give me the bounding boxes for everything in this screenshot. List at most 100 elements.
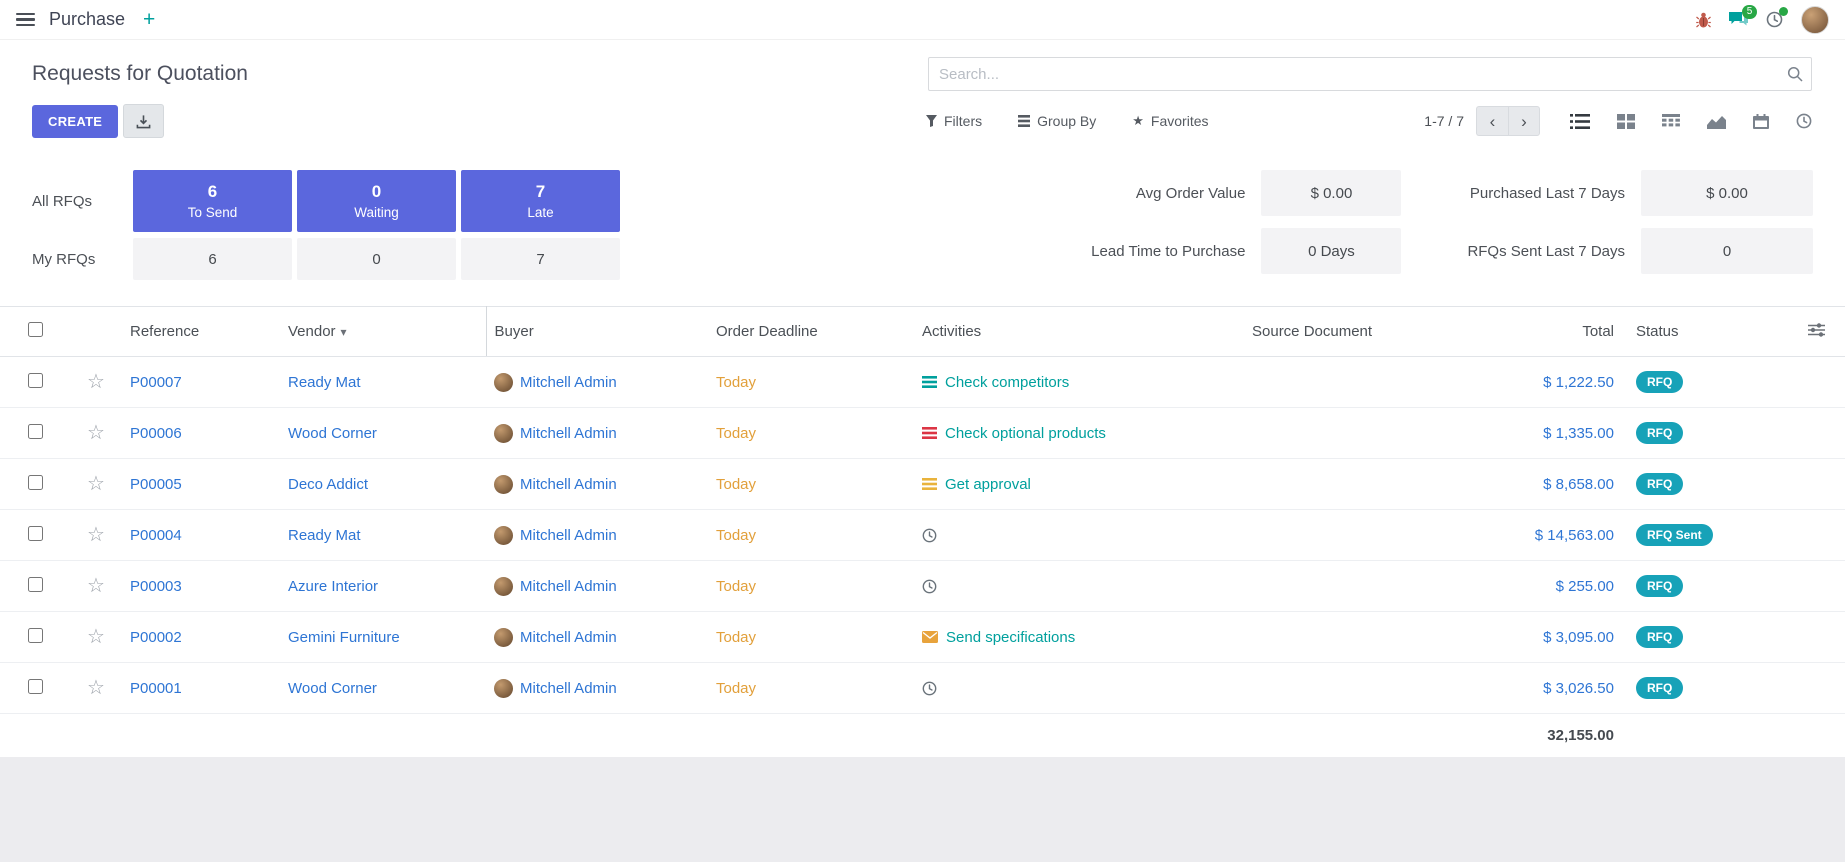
- column-header-reference[interactable]: Reference: [122, 307, 280, 357]
- column-header-buyer[interactable]: Buyer: [486, 307, 708, 357]
- search-input[interactable]: [928, 57, 1812, 91]
- total-value: $ 1,335.00: [1543, 425, 1614, 442]
- activity-link[interactable]: Check competitors: [945, 374, 1069, 391]
- activity-link[interactable]: Get approval: [945, 476, 1031, 493]
- waiting-count: 0: [372, 182, 381, 202]
- vendor-link[interactable]: Wood Corner: [288, 425, 377, 442]
- column-header-activities[interactable]: Activities: [914, 307, 1244, 357]
- stat-to-send[interactable]: 6 To Send: [133, 170, 292, 232]
- order-deadline-header-label: Order Deadline: [716, 323, 818, 340]
- column-header-order-deadline[interactable]: Order Deadline: [708, 307, 914, 357]
- table-row[interactable]: ☆ P00006 Wood Corner Mitchell Admin Toda…: [0, 408, 1845, 459]
- clock-icon[interactable]: [922, 681, 937, 696]
- buyer-link[interactable]: Mitchell Admin: [520, 425, 617, 442]
- pager-previous-button[interactable]: ‹: [1476, 106, 1508, 136]
- stat-my-to-send[interactable]: 6: [133, 238, 292, 280]
- optional-columns-icon[interactable]: [1808, 323, 1837, 337]
- lead-time-label: Lead Time to Purchase: [1091, 243, 1245, 260]
- table-row[interactable]: ☆ P00007 Ready Mat Mitchell Admin Today …: [0, 357, 1845, 408]
- create-button[interactable]: CREATE: [32, 105, 118, 138]
- buyer-link[interactable]: Mitchell Admin: [520, 374, 617, 391]
- reference-link[interactable]: P00003: [130, 578, 182, 595]
- activity-link[interactable]: Send specifications: [946, 629, 1075, 646]
- select-all-checkbox[interactable]: [28, 322, 43, 337]
- app-name[interactable]: Purchase: [49, 9, 125, 30]
- buyer-link[interactable]: Mitchell Admin: [520, 476, 617, 493]
- table-row[interactable]: ☆ P00002 Gemini Furniture Mitchell Admin…: [0, 612, 1845, 663]
- reference-link[interactable]: P00004: [130, 527, 182, 544]
- favorites-button[interactable]: ★ Favorites: [1132, 113, 1208, 129]
- column-header-source-document[interactable]: Source Document: [1244, 307, 1488, 357]
- reference-link[interactable]: P00007: [130, 374, 182, 391]
- stat-my-late[interactable]: 7: [461, 238, 620, 280]
- column-header-total[interactable]: Total: [1488, 307, 1628, 357]
- buyer-link[interactable]: Mitchell Admin: [520, 680, 617, 697]
- apps-menu-icon[interactable]: [16, 13, 35, 27]
- stat-late[interactable]: 7 Late: [461, 170, 620, 232]
- kpi-metrics: Avg Order Value $ 0.00 Lead Time to Purc…: [1091, 170, 1813, 274]
- pivot-view-button[interactable]: [1662, 114, 1680, 129]
- user-avatar[interactable]: [1801, 6, 1829, 34]
- row-checkbox[interactable]: [28, 475, 43, 490]
- column-header-vendor[interactable]: Vendor▾: [280, 307, 486, 357]
- star-icon[interactable]: ☆: [87, 422, 105, 444]
- table-row[interactable]: ☆ P00004 Ready Mat Mitchell Admin Today …: [0, 510, 1845, 561]
- reference-link[interactable]: P00005: [130, 476, 182, 493]
- search-icon[interactable]: [1787, 66, 1803, 86]
- table-row[interactable]: ☆ P00003 Azure Interior Mitchell Admin T…: [0, 561, 1845, 612]
- activities-header-label: Activities: [922, 323, 981, 340]
- list-view-button[interactable]: [1570, 114, 1590, 129]
- buyer-avatar: [494, 628, 513, 647]
- create-button-label: CREATE: [48, 114, 102, 129]
- vendor-link[interactable]: Deco Addict: [288, 476, 368, 493]
- all-rfqs-label[interactable]: All RFQs: [32, 193, 128, 210]
- star-icon[interactable]: ☆: [87, 677, 105, 699]
- clock-icon[interactable]: [922, 579, 937, 594]
- column-header-status[interactable]: Status: [1628, 307, 1740, 357]
- star-icon[interactable]: ☆: [87, 473, 105, 495]
- kanban-view-button[interactable]: [1617, 114, 1635, 129]
- buyer-link[interactable]: Mitchell Admin: [520, 629, 617, 646]
- my-rfqs-label[interactable]: My RFQs: [32, 251, 128, 268]
- star-icon[interactable]: ☆: [87, 524, 105, 546]
- table-row[interactable]: ☆ P00001 Wood Corner Mitchell Admin Toda…: [0, 663, 1845, 714]
- reference-link[interactable]: P00002: [130, 629, 182, 646]
- row-checkbox[interactable]: [28, 424, 43, 439]
- table-footer-row: 32,155.00: [0, 714, 1845, 758]
- star-icon[interactable]: ☆: [87, 371, 105, 393]
- messages-icon[interactable]: 5: [1729, 12, 1748, 28]
- vendor-link[interactable]: Wood Corner: [288, 680, 377, 697]
- stat-waiting[interactable]: 0 Waiting: [297, 170, 456, 232]
- pager-next-button[interactable]: ›: [1508, 106, 1540, 136]
- calendar-view-button[interactable]: [1753, 114, 1769, 129]
- plus-icon[interactable]: +: [143, 9, 155, 30]
- row-checkbox[interactable]: [28, 577, 43, 592]
- clock-icon[interactable]: [922, 528, 937, 543]
- activity-view-button[interactable]: [1796, 113, 1812, 129]
- vendor-link[interactable]: Azure Interior: [288, 578, 378, 595]
- reference-link[interactable]: P00006: [130, 425, 182, 442]
- row-checkbox[interactable]: [28, 628, 43, 643]
- vendor-link[interactable]: Ready Mat: [288, 374, 361, 391]
- row-checkbox[interactable]: [28, 679, 43, 694]
- filters-button[interactable]: Filters: [926, 113, 982, 129]
- purchased-last-7-days-label: Purchased Last 7 Days: [1467, 185, 1625, 202]
- vendor-link[interactable]: Gemini Furniture: [288, 629, 400, 646]
- table-row[interactable]: ☆ P00005 Deco Addict Mitchell Admin Toda…: [0, 459, 1845, 510]
- stat-my-waiting[interactable]: 0: [297, 238, 456, 280]
- activity-link[interactable]: Check optional products: [945, 425, 1106, 442]
- star-icon[interactable]: ☆: [87, 626, 105, 648]
- group-by-button[interactable]: Group By: [1018, 113, 1096, 129]
- reference-link[interactable]: P00001: [130, 680, 182, 697]
- buyer-link[interactable]: Mitchell Admin: [520, 527, 617, 544]
- export-button[interactable]: [123, 104, 164, 138]
- top-navbar: Purchase + 5: [0, 0, 1845, 40]
- activities-menu-icon[interactable]: [1766, 11, 1783, 28]
- row-checkbox[interactable]: [28, 373, 43, 388]
- star-icon[interactable]: ☆: [87, 575, 105, 597]
- debug-bug-icon[interactable]: [1696, 12, 1711, 28]
- row-checkbox[interactable]: [28, 526, 43, 541]
- vendor-link[interactable]: Ready Mat: [288, 527, 361, 544]
- buyer-link[interactable]: Mitchell Admin: [520, 578, 617, 595]
- graph-view-button[interactable]: [1707, 114, 1726, 129]
